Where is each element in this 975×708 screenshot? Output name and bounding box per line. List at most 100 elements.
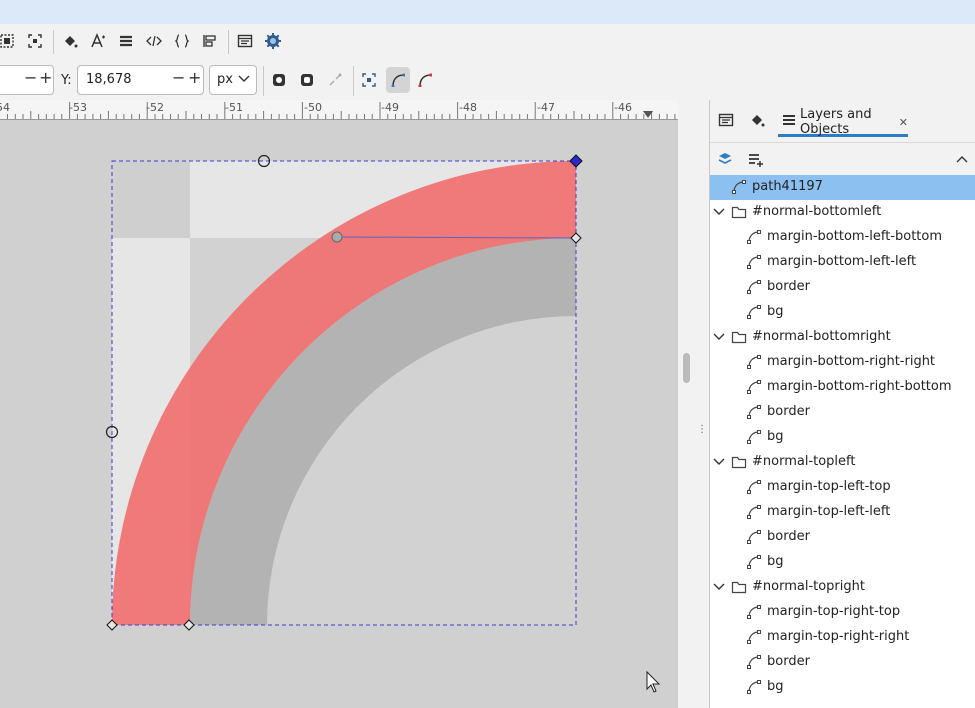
- horizontal-ruler: -54 -53 -52 -51 -50 -49 -48 -47 -46: [0, 100, 678, 120]
- layers-subtoolbar: [710, 143, 975, 175]
- tab-label: Layers and Objects: [800, 107, 872, 137]
- show-bbox-icon[interactable]: [296, 69, 318, 91]
- item-label: border: [767, 279, 810, 294]
- bezier-handle[interactable]: [331, 231, 343, 243]
- mouse-cursor-icon: [646, 670, 661, 693]
- tree-item-row[interactable]: path41197: [710, 175, 975, 200]
- drawing-canvas[interactable]: [0, 120, 678, 708]
- vertical-scrollbar[interactable]: [678, 100, 695, 708]
- folder-icon: [731, 580, 747, 594]
- tree-item-row[interactable]: bg: [710, 675, 975, 700]
- tree-item-row[interactable]: bg: [710, 300, 975, 325]
- fill-stroke-icon[interactable]: [59, 30, 81, 52]
- css-selectors-icon[interactable]: [171, 30, 193, 52]
- tree-item-row[interactable]: margin-top-right-top: [710, 600, 975, 625]
- item-label: bg: [767, 554, 784, 569]
- tree-item-row[interactable]: border: [710, 525, 975, 550]
- tree-item-row[interactable]: border: [710, 400, 975, 425]
- ruler-label: -54: [0, 101, 10, 114]
- y-increment-button[interactable]: +: [188, 68, 201, 87]
- item-label: path41197: [752, 179, 823, 194]
- show-outline-icon[interactable]: [358, 69, 380, 91]
- text-font-icon[interactable]: [87, 30, 109, 52]
- path-icon: [731, 180, 747, 194]
- y-value[interactable]: 18,678: [86, 72, 132, 87]
- path-icon: [746, 305, 762, 319]
- chevron-down-icon[interactable]: [712, 330, 726, 344]
- unit-select[interactable]: px: [209, 65, 257, 95]
- xml-editor-icon[interactable]: [143, 30, 165, 52]
- tree-item-row[interactable]: margin-bottom-right-right: [710, 350, 975, 375]
- tree-item-row[interactable]: margin-top-right-right: [710, 625, 975, 650]
- scrollbar-thumb[interactable]: [683, 353, 690, 383]
- tab-layers-and-objects[interactable]: Layers and Objects ✕: [778, 107, 908, 137]
- path-icon: [746, 230, 762, 244]
- tree-item-row[interactable]: margin-bottom-right-bottom: [710, 375, 975, 400]
- chevron-up-icon[interactable]: [955, 152, 969, 170]
- tab-fill-stroke[interactable]: [749, 110, 765, 134]
- break-path-icon: [324, 69, 346, 91]
- toolbar-separator: [228, 30, 229, 54]
- tree-item-row[interactable]: margin-bottom-left-bottom: [710, 225, 975, 250]
- group-label: #normal-bottomright: [752, 329, 891, 344]
- tool-controls-bar: − + Y: 18,678 − + px: [0, 62, 700, 100]
- show-path-handles-icon[interactable]: [386, 67, 410, 93]
- y-spinbox[interactable]: 18,678 − +: [77, 65, 204, 95]
- dock-resize-handle[interactable]: ⋮: [696, 100, 709, 708]
- window-title-bar: [0, 0, 975, 24]
- layers-objects-panel: Layers and Objects ✕ path41197 #normal-bo…: [709, 100, 975, 708]
- close-icon[interactable]: ✕: [899, 116, 908, 129]
- chevron-down-icon[interactable]: [712, 205, 726, 219]
- chevron-down-icon[interactable]: [712, 455, 726, 469]
- unit-value: px: [217, 72, 233, 87]
- tab-document-properties[interactable]: [718, 110, 734, 134]
- tree-item-row[interactable]: margin-top-left-top: [710, 475, 975, 500]
- tree-group-row[interactable]: #normal-bottomright: [710, 325, 975, 350]
- tree-item-row[interactable]: border: [710, 275, 975, 300]
- x-decrement-button[interactable]: −: [24, 68, 37, 87]
- tree-item-row[interactable]: margin-bottom-left-left: [710, 250, 975, 275]
- tree-group-row[interactable]: #normal-bottomleft: [710, 200, 975, 225]
- layers-icon[interactable]: [115, 30, 137, 52]
- document-properties-icon: [718, 112, 734, 132]
- folder-icon: [731, 455, 747, 469]
- path-icon: [746, 655, 762, 669]
- document-properties-icon[interactable]: [234, 30, 256, 52]
- ruler-label: -53: [69, 101, 87, 114]
- select-same-icon[interactable]: [24, 30, 46, 52]
- toolbar-separator: [263, 66, 264, 96]
- tree-item-row[interactable]: bg: [710, 550, 975, 575]
- ruler-label: -51: [225, 101, 243, 114]
- tree-group-row[interactable]: #normal-topright: [710, 575, 975, 600]
- x-increment-button[interactable]: +: [39, 68, 52, 87]
- layers-view-icon[interactable]: [718, 152, 732, 170]
- y-decrement-button[interactable]: −: [172, 68, 185, 87]
- tree-item-row[interactable]: bg: [710, 425, 975, 450]
- tree-item-row[interactable]: margin-top-left-left: [710, 500, 975, 525]
- tree-group-row[interactable]: #normal-topleft: [710, 450, 975, 475]
- curve-path-icon[interactable]: [414, 69, 436, 91]
- command-toolbar: [0, 24, 975, 62]
- select-all-icon[interactable]: [0, 30, 18, 52]
- x-spinbox[interactable]: − +: [0, 65, 54, 95]
- path-icon: [746, 380, 762, 394]
- ruler-label: -52: [146, 101, 164, 114]
- show-transform-handles-icon[interactable]: [268, 69, 290, 91]
- path-icon: [746, 430, 762, 444]
- item-label: bg: [767, 304, 784, 319]
- align-distribute-icon[interactable]: [199, 30, 221, 52]
- item-label: margin-top-left-top: [767, 479, 891, 494]
- add-layer-icon[interactable]: [748, 151, 764, 171]
- chevron-down-icon: [237, 71, 251, 89]
- folder-icon: [731, 205, 747, 219]
- toolbar-separator: [353, 66, 354, 96]
- path-icon: [746, 680, 762, 694]
- toolbar-separator: [53, 30, 54, 54]
- grip-icon[interactable]: ⋮: [697, 424, 707, 435]
- chevron-down-icon[interactable]: [712, 580, 726, 594]
- preferences-icon[interactable]: [262, 30, 284, 52]
- item-label: margin-bottom-left-left: [767, 254, 917, 269]
- objects-tree: path41197 #normal-bottomleft margin-bottom…: [710, 175, 975, 708]
- tree-item-row[interactable]: border: [710, 650, 975, 675]
- item-label: border: [767, 529, 810, 544]
